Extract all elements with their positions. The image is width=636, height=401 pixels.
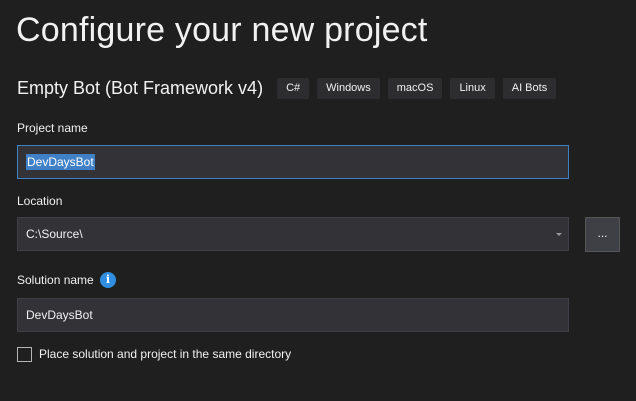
project-name-label: Project name <box>17 121 88 135</box>
location-label: Location <box>17 194 63 208</box>
solution-name-label: Solution name <box>17 273 94 287</box>
same-directory-checkbox[interactable] <box>17 346 32 362</box>
template-summary: Empty Bot (Bot Framework v4) C# Windows … <box>17 76 564 100</box>
project-name-value: DevDaysBot <box>26 154 95 170</box>
info-icon[interactable]: i <box>100 272 116 288</box>
chevron-down-icon[interactable] <box>556 233 562 236</box>
template-name: Empty Bot (Bot Framework v4) <box>17 78 264 98</box>
browse-location-button[interactable]: ... <box>585 217 620 252</box>
tag-windows: Windows <box>317 77 380 99</box>
template-tags: C# Windows macOS Linux AI Bots <box>277 77 564 99</box>
solution-name-value: DevDaysBot <box>26 308 93 322</box>
tag-macos: macOS <box>387 77 443 99</box>
location-value: C:\Source\ <box>26 227 83 241</box>
solution-name-input[interactable]: DevDaysBot <box>17 298 569 332</box>
tag-linux: Linux <box>450 77 495 99</box>
tag-ai-bots: AI Bots <box>502 77 557 99</box>
location-combobox[interactable]: C:\Source\ <box>17 217 569 251</box>
same-directory-label[interactable]: Place solution and project in the same d… <box>39 346 291 362</box>
page-title: Configure your new project <box>16 11 428 49</box>
tag-csharp: C# <box>277 77 310 99</box>
project-name-input[interactable]: DevDaysBot <box>17 145 569 179</box>
same-directory-option[interactable]: Place solution and project in the same d… <box>17 346 291 362</box>
